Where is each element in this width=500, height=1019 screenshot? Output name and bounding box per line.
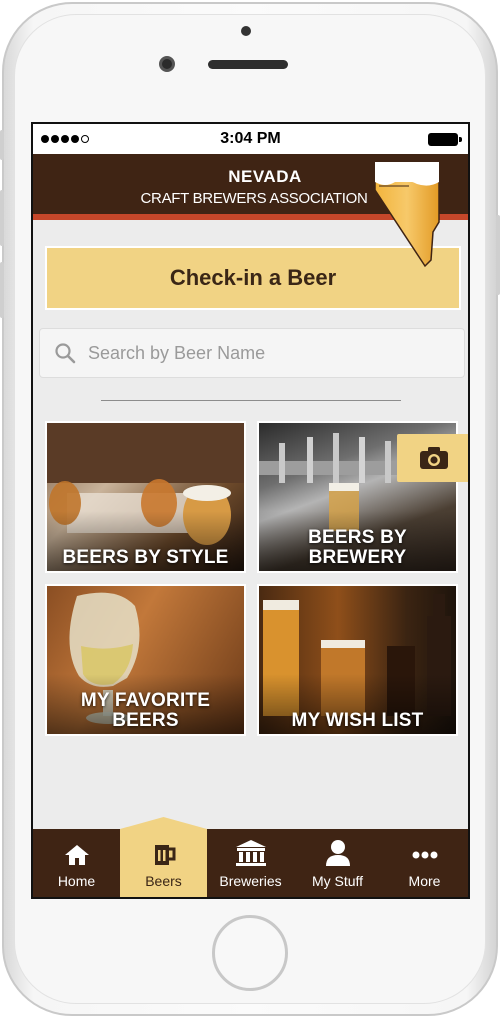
status-bar: 3:04 PM: [33, 124, 468, 154]
camera-button[interactable]: [397, 434, 468, 482]
proximity-sensor: [241, 26, 251, 36]
power-button: [496, 215, 500, 295]
beers-by-style-label: BEERS BY STYLE: [62, 547, 229, 568]
signal-icon: [41, 135, 89, 143]
tile-label-line: BEERS: [112, 710, 179, 731]
camera-icon: [420, 447, 448, 469]
search-bar[interactable]: [39, 328, 465, 378]
tile-label-line: BREWERY: [308, 547, 407, 568]
tile-label-line: BEERS BY: [308, 527, 407, 548]
tab-label: Breweries: [219, 873, 282, 889]
volume-down-button: [0, 262, 4, 318]
volume-up-button: [0, 190, 4, 246]
user-icon: [325, 840, 350, 866]
section-divider: [101, 400, 401, 401]
side-button: [0, 130, 4, 160]
front-camera: [159, 56, 175, 72]
tab-label: Home: [57, 873, 96, 889]
tab-label: My Stuff: [311, 873, 364, 889]
my-favorite-beers-label: MY FAVORITE BEERS: [47, 691, 244, 731]
battery-icon: [428, 133, 462, 146]
search-input[interactable]: [88, 342, 464, 364]
bottom-tab-bar: Home Beers Breweries My Stuff More: [33, 829, 468, 897]
beer-mug-icon: [154, 845, 175, 865]
home-icon: [64, 845, 89, 865]
my-wish-list-tile[interactable]: MY WISH LIST: [257, 584, 458, 736]
search-icon: [55, 343, 76, 364]
home-button[interactable]: [212, 915, 288, 991]
tab-label: Beers: [145, 873, 182, 889]
beers-by-brewery-label: BEERS BY BREWERY: [259, 528, 456, 568]
tab-label: More: [408, 873, 441, 889]
tab-more[interactable]: More: [381, 829, 468, 897]
status-time: 3:04 PM: [220, 130, 281, 147]
my-wish-list-label: MY WISH LIST: [291, 710, 424, 731]
building-icon: [235, 840, 266, 866]
header-title: NEVADA: [228, 167, 302, 186]
tile-label-line: MY FAVORITE: [80, 690, 211, 711]
nevada-state-beer-logo: [374, 161, 440, 268]
tab-beers[interactable]: Beers: [120, 829, 207, 897]
tab-home[interactable]: Home: [33, 829, 120, 897]
my-favorite-beers-tile[interactable]: MY FAVORITE BEERS: [45, 584, 246, 736]
more-icon: [412, 851, 437, 859]
tab-my-stuff[interactable]: My Stuff: [294, 829, 381, 897]
beers-by-style-tile[interactable]: BEERS BY STYLE: [45, 421, 246, 573]
app-screen: 3:04 PM NEVADA CRAFT BREWERS ASSOCIATION…: [31, 122, 470, 899]
header-subtitle: CRAFT BREWERS ASSOCIATION: [140, 190, 368, 207]
earpiece-speaker: [208, 60, 288, 69]
tab-breweries[interactable]: Breweries: [207, 829, 294, 897]
